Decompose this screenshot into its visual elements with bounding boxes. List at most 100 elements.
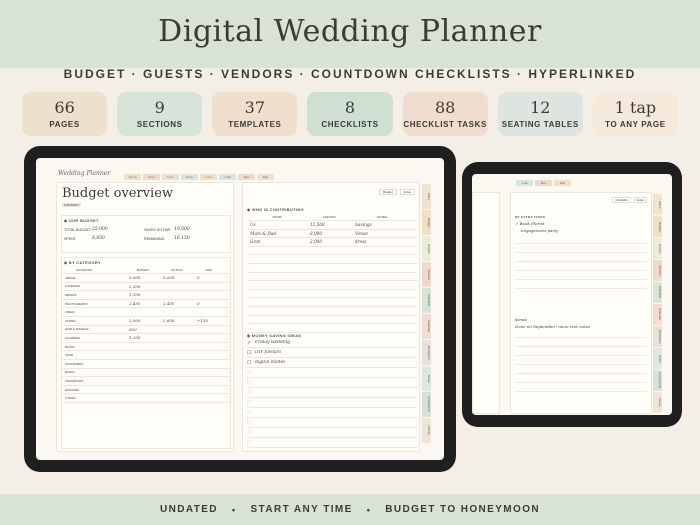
table-row[interactable] — [247, 273, 417, 282]
table-row[interactable]: VIDEO — [62, 308, 230, 317]
checkbox-icon[interactable]: ☐ — [247, 410, 251, 416]
total-budget-value[interactable]: 25,000 — [92, 227, 144, 232]
contribution-cell: Us — [250, 222, 256, 228]
our-budget-box: ◆ OUR BUDGET TOTAL BUDGET 25,000 SAVED SO… — [61, 215, 231, 253]
checkbox-icon[interactable]: ☐ — [247, 350, 255, 356]
saved-value[interactable]: 19,500 — [174, 227, 190, 232]
table-row[interactable]: FLOWERS 1,200 — [62, 334, 230, 343]
top-tab[interactable]: 12 mo — [124, 174, 141, 180]
checkbox-icon[interactable]: ☐ — [247, 420, 251, 426]
side-tab[interactable]: Index — [422, 184, 431, 209]
checkbox-icon[interactable]: ☐ — [247, 400, 251, 406]
remaining-value[interactable]: 16,150 — [174, 236, 190, 241]
stat-number: 37 — [244, 98, 266, 117]
saving-item[interactable]: ☐ — [247, 438, 417, 448]
spent-value[interactable]: 8,850 — [92, 236, 144, 241]
side-tab[interactable]: Checklist — [422, 288, 431, 313]
back-top-tab[interactable]: 1 wk — [516, 180, 533, 186]
side-tab[interactable]: Guests — [422, 236, 431, 261]
table-row[interactable]: RINGS — [62, 369, 230, 378]
table-row[interactable]: CATERING 2,300 — [62, 283, 230, 292]
index-button[interactable]: Index — [399, 189, 415, 195]
top-tab[interactable]: Eve — [238, 174, 255, 180]
table-row[interactable] — [247, 307, 417, 316]
table-row[interactable]: CAKE — [62, 351, 230, 360]
back-top-tab[interactable]: Day — [554, 180, 571, 186]
category-name: FLOWERS — [65, 335, 80, 340]
side-tab[interactable]: Reception — [653, 326, 662, 347]
side-tab[interactable]: Budget — [422, 210, 431, 235]
table-row[interactable] — [247, 316, 417, 325]
top-tab[interactable]: 1 mo — [200, 174, 217, 180]
saving-item[interactable]: ☐ — [247, 368, 417, 378]
saving-text: DIY favours — [255, 350, 282, 355]
contribution-cell: Mum & Dad — [250, 230, 276, 236]
side-tab[interactable]: Vendors — [653, 260, 662, 281]
top-tab[interactable]: 6 mo — [162, 174, 179, 180]
table-row[interactable]: OTHER — [62, 394, 230, 403]
side-tab[interactable]: Calendar — [422, 314, 431, 339]
side-tab[interactable]: Checklist — [653, 282, 662, 303]
top-tab[interactable]: 1 wk — [219, 174, 236, 180]
side-tab[interactable]: Notes — [422, 366, 431, 391]
saving-item[interactable]: ☐ — [247, 398, 417, 408]
checklist-button[interactable]: Checklist — [612, 197, 631, 203]
table-row[interactable]: HAIR & MAKEUP 600 — [62, 326, 230, 335]
saving-item[interactable]: ☐ — [247, 378, 417, 388]
side-tab[interactable]: Reception — [422, 340, 431, 365]
side-tab[interactable]: Vendors — [422, 262, 431, 287]
side-tab[interactable]: Calendar — [653, 304, 662, 325]
table-row[interactable] — [247, 247, 417, 256]
side-tab[interactable]: Index — [653, 194, 662, 215]
table-row[interactable]: VENUE 5,000 5,000 0 — [62, 274, 230, 283]
table-row[interactable]: Gran 2,000 dress — [247, 238, 417, 247]
side-tab[interactable]: Notes — [653, 348, 662, 369]
checkbox-icon[interactable]: ☐ — [247, 430, 251, 436]
index-button[interactable]: Index — [633, 197, 647, 203]
saving-item[interactable]: ☐ — [247, 408, 417, 418]
check-icon[interactable]: ✓ — [247, 340, 255, 346]
side-tab[interactable]: Honeymoon — [422, 392, 431, 417]
table-row[interactable] — [247, 324, 417, 333]
budget-button[interactable]: Budget — [379, 189, 397, 195]
saving-item[interactable]: ☐ — [247, 418, 417, 428]
checkbox-icon[interactable]: ☐ — [247, 380, 251, 386]
saving-item[interactable]: ☐ — [247, 388, 417, 398]
checkbox-icon[interactable]: ☐ — [247, 440, 251, 446]
table-row[interactable]: MUSIC — [62, 343, 230, 352]
checkbox-icon[interactable]: ☐ — [247, 370, 251, 376]
table-row[interactable]: DRINKS 1,100 — [62, 291, 230, 300]
side-tab[interactable]: Extras — [653, 392, 662, 413]
extra-task[interactable]: engagement party — [515, 228, 647, 233]
table-row[interactable] — [247, 298, 417, 307]
table-row[interactable]: FAVOURS — [62, 386, 230, 395]
side-tab[interactable]: Guests — [653, 238, 662, 259]
top-tab[interactable]: Day — [257, 174, 274, 180]
category-name: FAVOURS — [65, 387, 80, 392]
budget-badge: A BUDGET — [62, 203, 82, 207]
table-row[interactable]: ATTIRE 2,000 2,650 +150 — [62, 317, 230, 326]
table-row[interactable] — [247, 264, 417, 273]
table-row[interactable]: STATIONERY — [62, 360, 230, 369]
table-row[interactable] — [247, 290, 417, 299]
checkbox-icon[interactable]: ☐ — [247, 390, 251, 396]
checkbox-icon[interactable]: ☐ — [247, 360, 255, 366]
table-row[interactable] — [247, 255, 417, 264]
table-row[interactable]: PHOTOGRAPHY 2,450 2,450 0 — [62, 300, 230, 309]
side-tab[interactable]: Budget — [653, 216, 662, 237]
back-top-tab[interactable]: Eve — [535, 180, 552, 186]
saving-item[interactable]: ☐ — [247, 428, 417, 438]
table-row[interactable]: Us 12,500 Savings — [247, 221, 417, 230]
saving-item[interactable]: ✓ Friday wedding — [247, 338, 417, 348]
extra-task[interactable]: ✓ Book Florist — [515, 221, 647, 226]
top-tab[interactable]: 9 mo — [143, 174, 160, 180]
side-tab[interactable]: Extras — [422, 418, 431, 443]
table-row[interactable]: TRANSPORT — [62, 377, 230, 386]
saving-item[interactable]: ☐ DIY favours — [247, 348, 417, 358]
saving-item[interactable]: ☐ digital invites — [247, 358, 417, 368]
notes-section: NOTES Done on September! more text notes — [515, 318, 647, 392]
table-row[interactable] — [247, 281, 417, 290]
top-tab[interactable]: 3 mo — [181, 174, 198, 180]
table-row[interactable]: Mum & Dad 8,000 Venue — [247, 230, 417, 239]
side-tab[interactable]: Honeymoon — [653, 370, 662, 391]
